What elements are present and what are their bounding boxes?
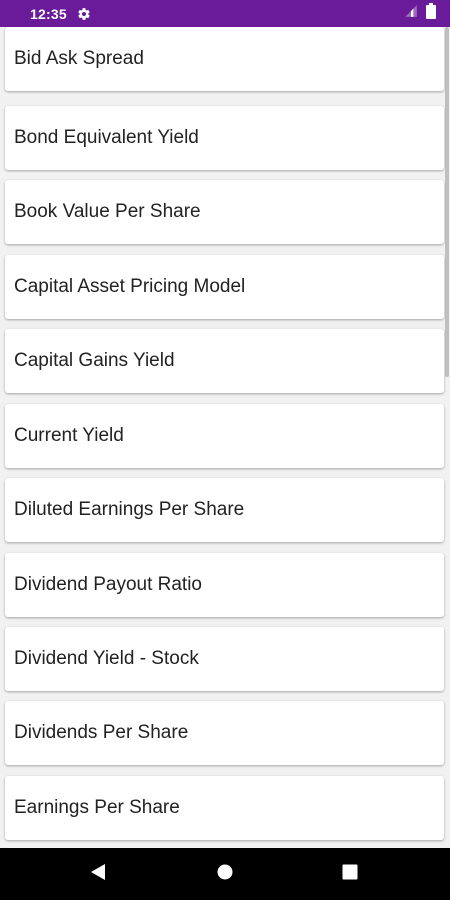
list-item-label: Capital Asset Pricing Model: [14, 276, 246, 297]
formula-list[interactable]: Bid Ask Spread Bond Equivalent Yield Boo…: [0, 27, 450, 848]
list-item[interactable]: Current Yield: [5, 404, 444, 468]
home-icon: [217, 864, 233, 885]
navigation-bar: [0, 848, 450, 900]
list-item[interactable]: Dividend Yield - Stock: [5, 627, 444, 691]
list-item-label: Dividends Per Share: [14, 722, 189, 743]
list-item[interactable]: Earnings Per Share: [5, 776, 444, 840]
list-item-label: Dividend Payout Ratio: [14, 574, 202, 595]
home-button[interactable]: [195, 848, 255, 900]
scrollbar-thumb[interactable]: [445, 27, 449, 377]
list-item[interactable]: Book Value Per Share: [5, 180, 444, 244]
list-item-label: Diluted Earnings Per Share: [14, 499, 245, 520]
list-item[interactable]: Capital Asset Pricing Model: [5, 255, 444, 319]
back-icon: [90, 863, 106, 886]
signal-icon: [404, 4, 418, 23]
list-item[interactable]: Capital Gains Yield: [5, 329, 444, 393]
status-time: 12:35: [30, 5, 67, 22]
recents-icon: [342, 864, 358, 885]
list-item-label: Book Value Per Share: [14, 201, 201, 222]
status-bar: 12:35: [0, 0, 450, 27]
list-item[interactable]: Bid Ask Spread: [5, 27, 444, 91]
list-item[interactable]: Dividends Per Share: [5, 701, 444, 765]
list-item-label: Current Yield: [14, 425, 124, 446]
recents-button[interactable]: [320, 848, 380, 900]
battery-icon: [426, 3, 436, 24]
list-item-label: Earnings Per Share: [14, 797, 180, 818]
list-item-label: Bond Equivalent Yield: [14, 127, 199, 148]
list-item[interactable]: Dividend Payout Ratio: [5, 553, 444, 617]
list-item[interactable]: Diluted Earnings Per Share: [5, 478, 444, 542]
gear-icon: [77, 7, 91, 21]
back-button[interactable]: [68, 848, 128, 900]
list-item[interactable]: Bond Equivalent Yield: [5, 106, 444, 170]
list-item-label: Dividend Yield - Stock: [14, 648, 199, 669]
list-item-label: Bid Ask Spread: [14, 48, 144, 69]
list-item-label: Capital Gains Yield: [14, 350, 175, 371]
